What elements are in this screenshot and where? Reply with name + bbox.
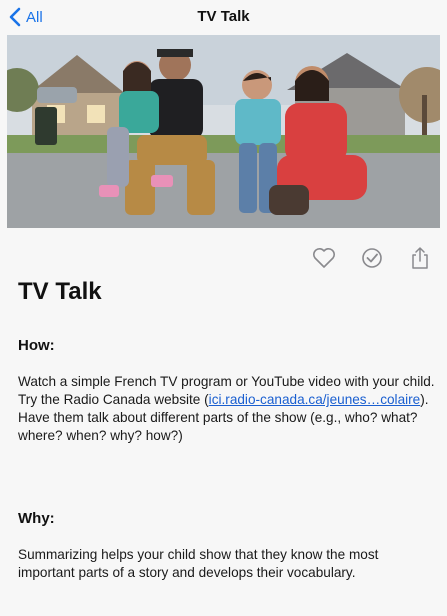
mark-done-button[interactable] [359, 245, 385, 271]
why-paragraph: Summarizing helps your child show that t… [18, 547, 379, 580]
share-icon [412, 247, 428, 269]
how-heading: How: [18, 337, 55, 354]
radio-canada-link[interactable]: ici.radio-canada.ca/jeunes…colaire [209, 392, 421, 407]
activity-title: TV Talk [18, 278, 102, 305]
how-paragraph: Watch a simple French TV program or YouT… [18, 373, 438, 445]
action-bar [311, 244, 433, 272]
check-circle-icon [362, 248, 382, 268]
navigation-bar: All TV Talk [0, 0, 447, 34]
nav-title: TV Talk [197, 8, 250, 25]
share-button[interactable] [407, 245, 433, 271]
why-heading: Why: [18, 510, 55, 527]
heart-icon [313, 248, 335, 268]
hero-photo [7, 35, 440, 228]
favorite-button[interactable] [311, 245, 337, 271]
